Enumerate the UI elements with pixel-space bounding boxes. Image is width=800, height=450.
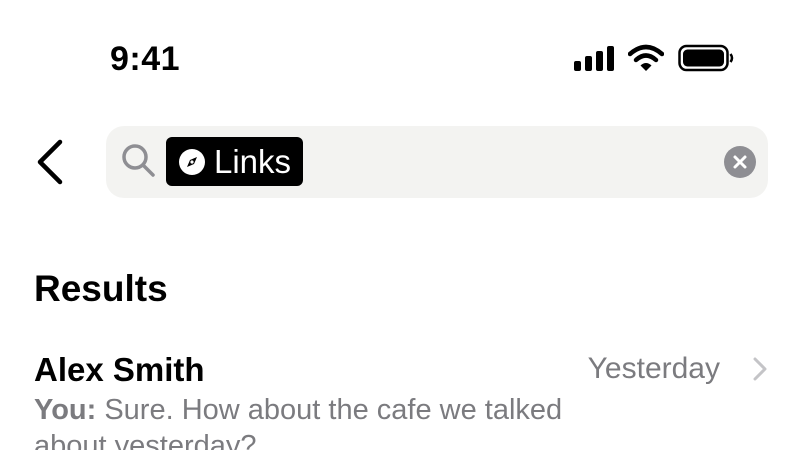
compass-icon: [179, 148, 205, 175]
results-heading: Results: [34, 268, 168, 309]
status-icons: [574, 44, 734, 72]
clear-search-button[interactable]: [724, 146, 756, 178]
contact-name: Alex Smith: [34, 351, 205, 388]
search-filter-token[interactable]: Links: [166, 137, 304, 186]
messages-search-screen: 9:41 Links Results Alex Smith Yesterday …: [0, 0, 800, 450]
battery-icon: [678, 44, 734, 72]
cellular-signal-icon: [574, 45, 614, 71]
magnifying-glass-icon: [122, 144, 155, 177]
token-label: Links: [214, 142, 292, 180]
status-time: 9:41: [110, 40, 181, 78]
chevron-left-icon: [37, 139, 63, 185]
preview-text: Sure. How about the cafe we talked about…: [34, 394, 563, 450]
search-bar[interactable]: Links: [106, 126, 768, 198]
message-preview: You: Sure. How about the cafe we talked …: [34, 392, 634, 450]
wifi-icon: [628, 44, 664, 71]
back-button[interactable]: [26, 132, 74, 192]
clear-circle-icon: [733, 155, 747, 169]
result-date: Yesterday: [587, 352, 720, 385]
chevron-right-icon: [753, 357, 767, 381]
result-row[interactable]: Alex Smith Yesterday You: Sure. How abou…: [0, 340, 800, 450]
preview-sender: You:: [34, 394, 97, 426]
